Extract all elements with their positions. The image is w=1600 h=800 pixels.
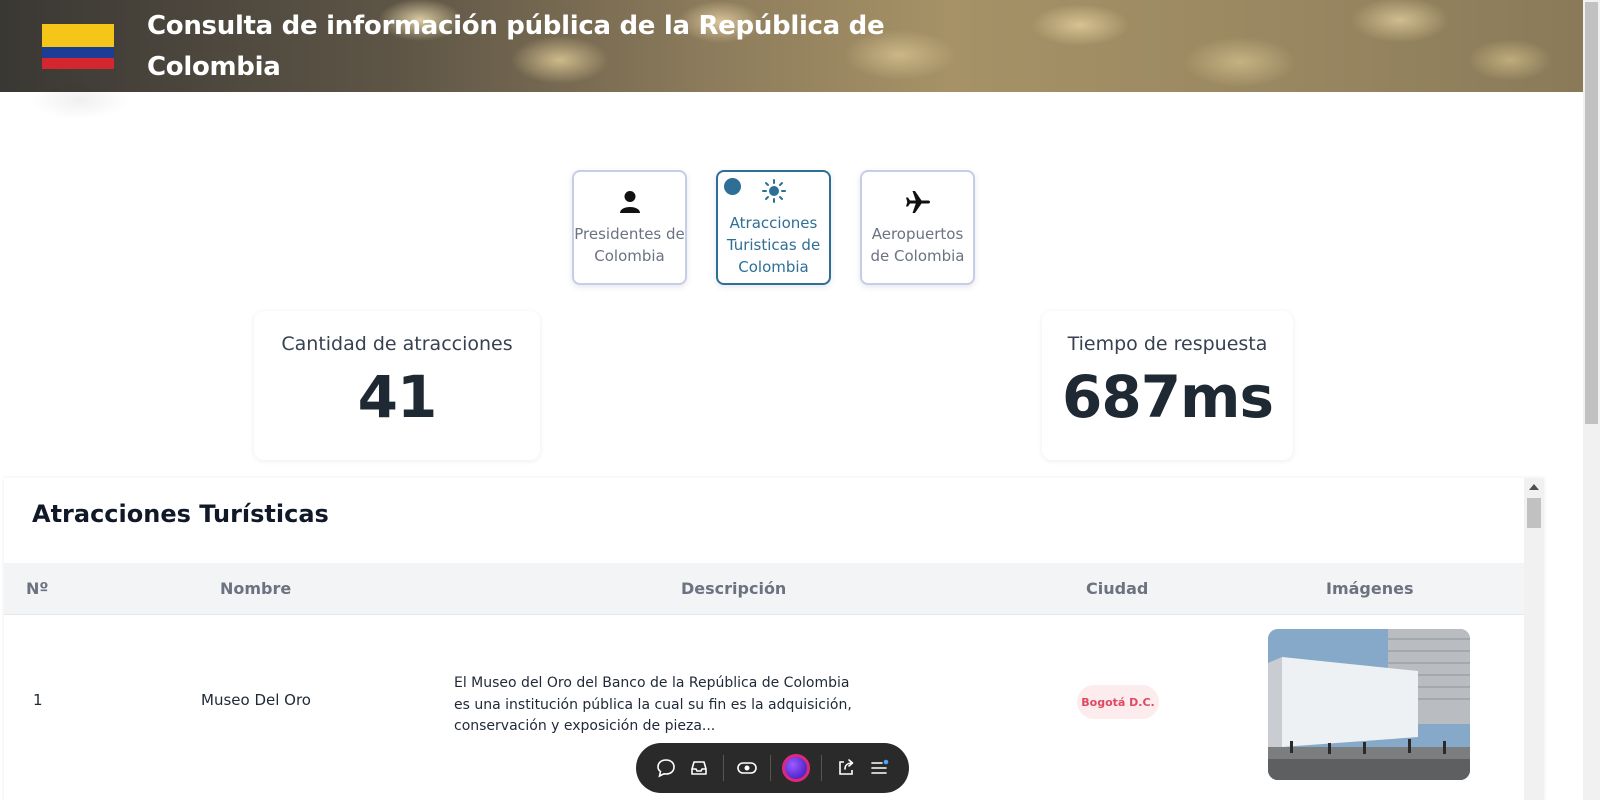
city-badge: Bogotá D.C.: [1077, 685, 1159, 719]
inbox-icon[interactable]: [687, 754, 712, 782]
table-header: Nº Nombre Descripción Ciudad Imágenes: [4, 563, 1524, 615]
page-scrollbar-thumb[interactable]: [1585, 2, 1598, 424]
tab-atracciones[interactable]: Atracciones Turisticas de Colombia: [716, 170, 831, 285]
toolbar-separator: [722, 755, 724, 781]
attraction-photo[interactable]: [1268, 629, 1470, 780]
stat-card-count: Cantidad de atracciones 41: [254, 311, 540, 460]
table-title: Atracciones Turísticas: [32, 500, 329, 528]
toolbar-separator: [770, 755, 772, 781]
row-description: El Museo del Oro del Banco de la Repúbli…: [454, 675, 852, 734]
column-header-descripcion: Descripción: [681, 579, 787, 598]
person-icon: [617, 189, 643, 215]
row-num: 1: [33, 691, 43, 709]
column-header-ciudad: Ciudad: [1086, 579, 1149, 598]
flag-shadow: [30, 80, 130, 120]
stat-count-value: 41: [357, 363, 438, 431]
toolbar-separator: [821, 755, 823, 781]
column-header-nombre: Nombre: [220, 579, 292, 598]
tab-atracciones-label: Atracciones Turisticas de Colombia: [726, 213, 821, 276]
tab-aeropuertos-label: Aeropuertos de Colombia: [870, 224, 965, 265]
header-banner: Consulta de información pública de la Re…: [0, 0, 1583, 92]
comment-icon[interactable]: [654, 754, 679, 782]
column-header-imagenes: Imágenes: [1326, 579, 1414, 598]
row-name: Museo Del Oro: [201, 691, 311, 709]
table-scrollbar[interactable]: [1524, 478, 1544, 800]
airplane-icon: [905, 189, 931, 215]
scroll-up-arrow-icon[interactable]: [1529, 484, 1539, 490]
stat-count-label: Cantidad de atracciones: [281, 333, 513, 355]
share-icon[interactable]: [833, 754, 858, 782]
stat-response-value: 687ms: [1061, 363, 1274, 431]
page-scrollbar[interactable]: [1583, 0, 1600, 800]
active-indicator: [724, 178, 741, 195]
tab-presidentes[interactable]: Presidentes de Colombia: [572, 170, 687, 285]
tab-aeropuertos[interactable]: Aeropuertos de Colombia: [860, 170, 975, 285]
sun-icon: [761, 178, 787, 204]
stat-response-label: Tiempo de respuesta: [1067, 333, 1268, 355]
tab-presidentes-label: Presidentes de Colombia: [574, 224, 685, 265]
site-title: Consulta de información pública de la Re…: [147, 11, 885, 82]
column-header-num: Nº: [26, 579, 49, 598]
table-scrollbar-thumb[interactable]: [1527, 498, 1541, 528]
menu-icon[interactable]: [866, 754, 891, 782]
stat-card-response: Tiempo de respuesta 687ms: [1042, 311, 1293, 460]
eye-icon[interactable]: [735, 754, 760, 782]
floating-toolbar: [636, 743, 909, 793]
colombia-flag-logo: [42, 24, 114, 69]
avatar: [782, 754, 811, 782]
user-avatar-button[interactable]: [782, 754, 811, 782]
